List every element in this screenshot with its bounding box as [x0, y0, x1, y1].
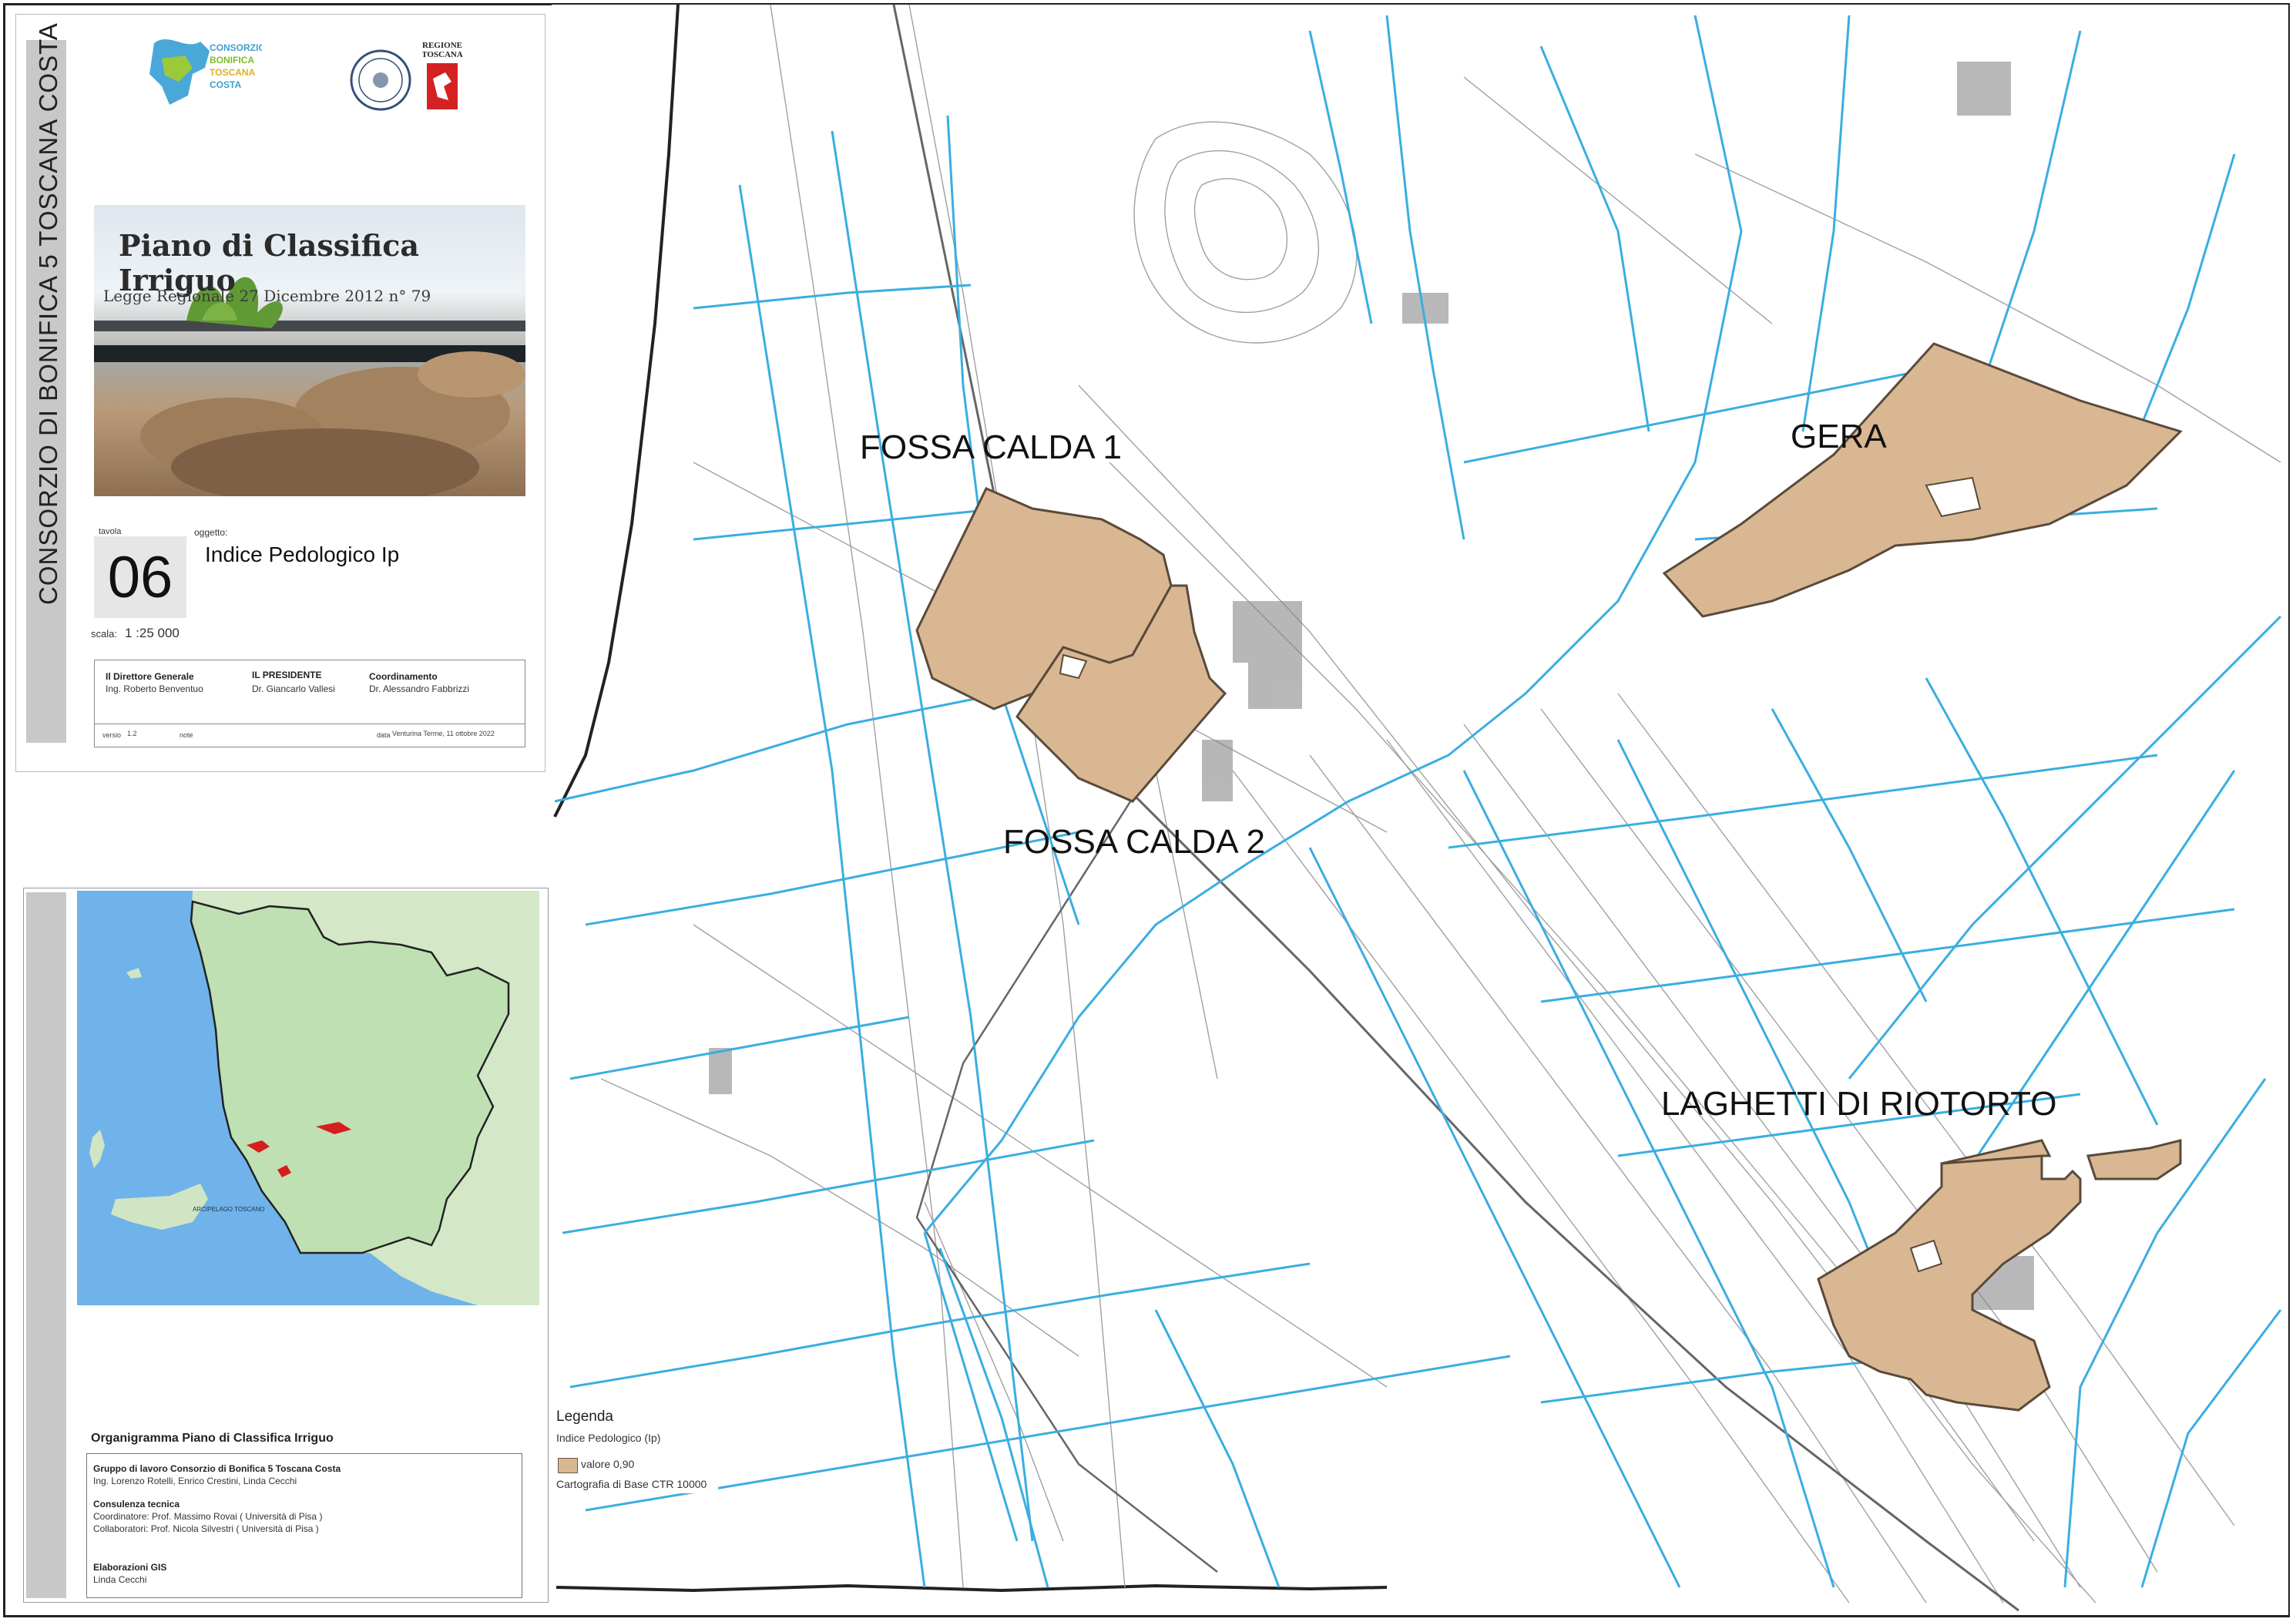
date-value: Venturina Terme, 11 ottobre 2022 — [392, 730, 495, 737]
org-heading: Elaborazioni GIS — [93, 1562, 167, 1573]
oggetto-text: Indice Pedologico Ip — [205, 542, 400, 566]
scale: scala: 1 :25 000 — [91, 626, 180, 640]
label-gera: GERA — [1791, 418, 1887, 455]
svg-text:CONSORZIO: CONSORZIO — [210, 42, 262, 53]
main-map — [552, 5, 2288, 1615]
photo-subtitle: Legge Regionale 27 Dicembre 2012 n° 79 — [103, 287, 431, 305]
legend-entry: valore 0,90 — [581, 1458, 635, 1470]
svg-text:BONIFICA: BONIFICA — [210, 55, 254, 65]
signature-role: Il Direttore Generale — [106, 671, 194, 682]
consortium-logo: CONSORZIO BONIFICA TOSCANA COSTA — [149, 39, 262, 106]
label-fossa-calda-2: FOSSA CALDA 2 — [1003, 823, 1265, 861]
version-value: 1.2 — [127, 730, 137, 737]
signature-role: IL PRESIDENTE — [252, 670, 322, 680]
inset-side-bar — [26, 892, 66, 1598]
signature-role: Coordinamento — [369, 671, 438, 682]
org-line: Collaboratori: Prof. Nicola Silvestri ( … — [93, 1523, 319, 1534]
svg-text:REGIONE: REGIONE — [422, 41, 462, 50]
legend-swatch — [558, 1458, 578, 1473]
label-laghetti-di-riotorto: LAGHETTI DI RIOTORTO — [1661, 1085, 2057, 1123]
scale-value: 1 :25 000 — [124, 626, 180, 640]
organigramma-box: Gruppo di lavoro Consorzio di Bonifica 5… — [86, 1453, 522, 1598]
note-label: note — [180, 731, 193, 739]
version-label: versio — [102, 731, 122, 739]
university-seal-icon — [350, 49, 411, 111]
svg-text:TOSCANA: TOSCANA — [422, 50, 462, 59]
org-heading: Consulenza tecnica — [93, 1499, 180, 1510]
signature-name: Ing. Roberto Benventuo — [106, 683, 203, 694]
svg-text:TOSCANA: TOSCANA — [210, 67, 255, 78]
signature-name: Dr. Alessandro Fabbrizzi — [369, 683, 470, 694]
org-line: Ing. Lorenzo Rotelli, Enrico Crestini, L… — [93, 1476, 297, 1486]
signature-name: Dr. Giancarlo Vallesi — [252, 683, 335, 694]
tavola-number: 06 — [107, 545, 173, 610]
organigramma-title: Organigramma Piano di Classifica Irriguo — [91, 1432, 334, 1445]
legend-subtitle: Indice Pedologico (Ip) — [556, 1432, 661, 1444]
label-fossa-calda-1: FOSSA CALDA 1 — [860, 428, 1122, 466]
legend-base: Cartografia di Base CTR 10000 — [556, 1478, 707, 1490]
svg-text:ARCIPELAGO TOSCANO: ARCIPELAGO TOSCANO — [193, 1206, 265, 1213]
date-label: data — [377, 731, 391, 739]
cover-photo: Piano di Classifica Irriguo Legge Region… — [94, 205, 525, 496]
org-line: Linda Cecchi — [93, 1574, 147, 1585]
svg-text:COSTA: COSTA — [210, 79, 241, 90]
regione-toscana-logo: REGIONE TOSCANA — [422, 41, 462, 109]
org-heading: Gruppo di lavoro Consorzio di Bonifica 5… — [93, 1463, 341, 1474]
map-legend: Legenda Indice Pedologico (Ip) valore 0,… — [553, 1401, 718, 1493]
oggetto-label: oggetto: — [194, 527, 228, 538]
org-line: Coordinatore: Prof. Massimo Rovai ( Univ… — [93, 1511, 323, 1522]
tavola-box: 06 — [94, 536, 186, 618]
tavola-label: tavola — [99, 527, 122, 536]
inset-location-map: ARCIPELAGO TOSCANO — [77, 891, 539, 1305]
signature-box: Il Direttore Generale Ing. Roberto Benve… — [94, 660, 525, 747]
legend-title: Legenda — [556, 1409, 613, 1425]
